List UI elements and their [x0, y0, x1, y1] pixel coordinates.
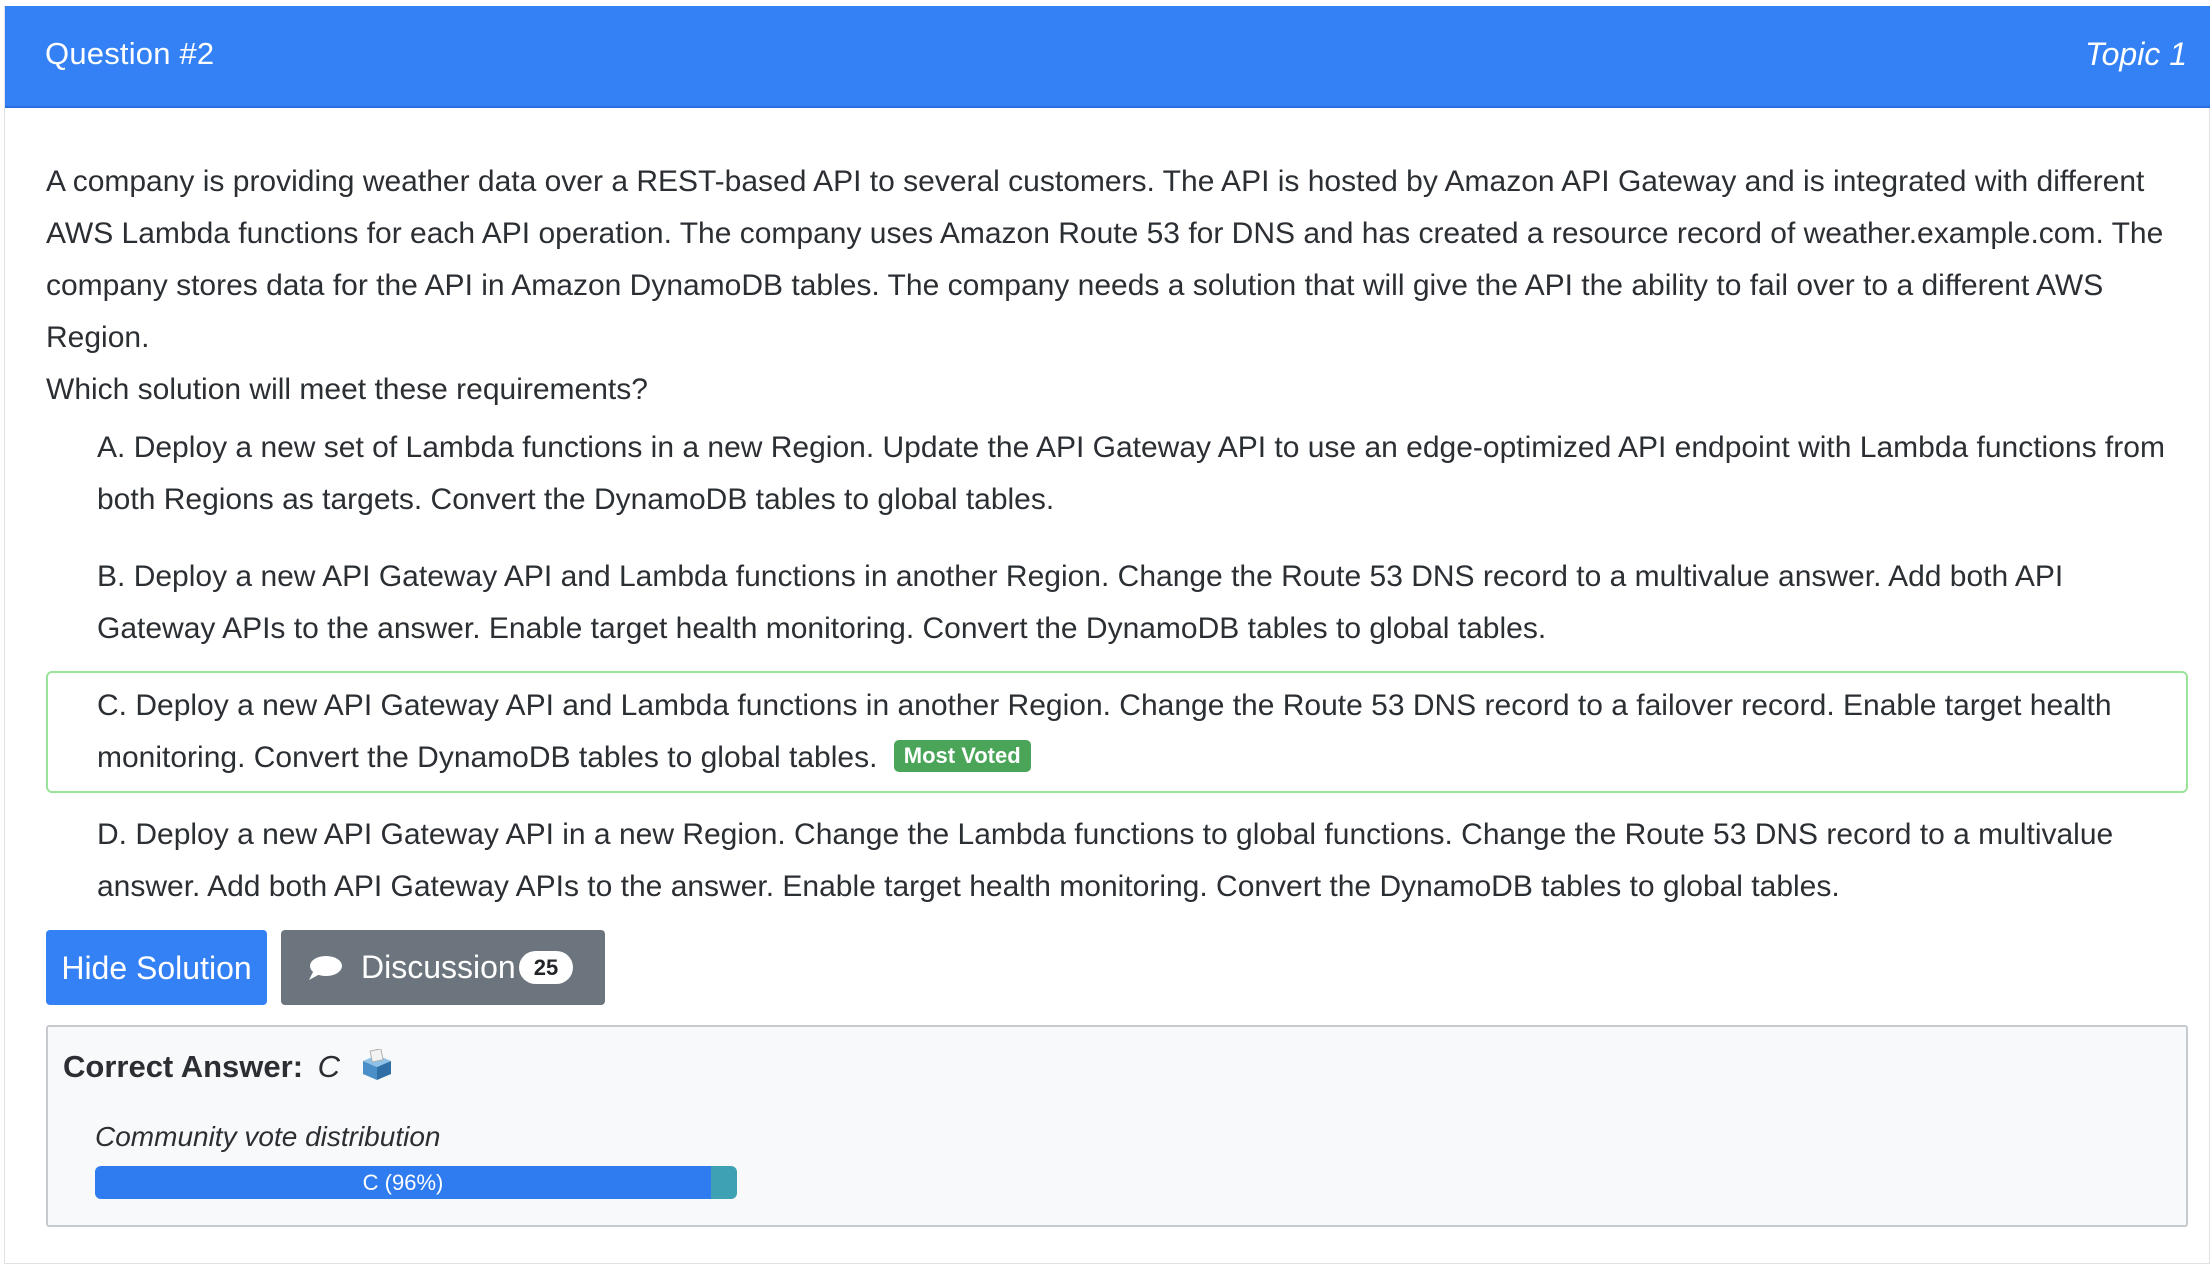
choice-text: Deploy a new API Gateway API and Lambda …	[97, 689, 2112, 774]
choice-d[interactable]: D. Deploy a new API Gateway API in a new…	[46, 800, 2188, 922]
discussion-count-badge: 25	[519, 951, 573, 984]
vote-segment-other	[711, 1166, 737, 1199]
choice-letter: B.	[97, 560, 126, 593]
choice-letter: C.	[97, 689, 127, 722]
choices-list: A. Deploy a new set of Lambda functions …	[46, 413, 2188, 929]
discussion-label: Discussion	[361, 949, 516, 985]
topic-label: Topic 1	[2085, 36, 2187, 72]
vote-segment-c: C (96%)	[95, 1166, 711, 1199]
question-body: A company is providing weather data over…	[46, 156, 2196, 416]
question-header: Question #2 Topic 1	[5, 6, 2210, 108]
speech-bubble-icon	[309, 956, 342, 980]
hide-solution-button[interactable]: Hide Solution	[46, 930, 267, 1005]
question-number: Question #2	[45, 36, 215, 71]
choice-text: Deploy a new API Gateway API and Lambda …	[97, 560, 2064, 645]
correct-answer-value: C	[317, 1049, 341, 1084]
vote-distribution-title: Community vote distribution	[95, 1121, 441, 1152]
correct-answer-line: Correct Answer: C	[63, 1049, 395, 1085]
discussion-button[interactable]: Discussion 25	[281, 930, 605, 1005]
ballot-box-icon	[362, 1049, 391, 1080]
correct-answer-label: Correct Answer:	[63, 1049, 304, 1084]
choice-letter: D.	[97, 818, 127, 851]
choice-a[interactable]: A. Deploy a new set of Lambda functions …	[46, 413, 2188, 535]
choice-text: Deploy a new set of Lambda functions in …	[97, 431, 2165, 516]
vote-distribution-bar: C (96%)	[95, 1166, 737, 1199]
question-prompt: Which solution will meet these requireme…	[46, 373, 648, 406]
question-paragraph: A company is providing weather data over…	[46, 165, 2164, 354]
solution-panel: Correct Answer: C Community vote distrib…	[46, 1025, 2188, 1227]
choice-letter: A.	[97, 431, 126, 464]
choice-c[interactable]: C. Deploy a new API Gateway API and Lamb…	[46, 671, 2188, 793]
choice-text: Deploy a new API Gateway API in a new Re…	[97, 818, 2114, 903]
choice-b[interactable]: B. Deploy a new API Gateway API and Lamb…	[46, 542, 2188, 664]
most-voted-badge: Most Voted	[893, 740, 1031, 772]
question-card: Question #2 Topic 1 A company is providi…	[4, 6, 2210, 1264]
